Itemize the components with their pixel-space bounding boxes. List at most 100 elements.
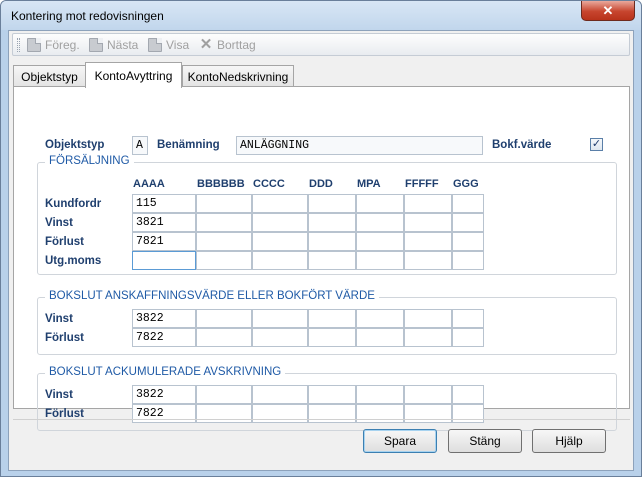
dimension-field[interactable] [404,328,452,347]
dimension-field[interactable] [356,385,404,404]
dimension-field[interactable] [356,213,404,232]
dimension-field[interactable] [252,251,308,270]
bokf-varde-checkbox[interactable]: ✓ [590,138,603,151]
dimension-field[interactable] [308,194,356,213]
dimension-field[interactable] [308,309,356,328]
account-field[interactable]: 3822 [132,385,196,404]
close-dialog-button[interactable]: Stäng [448,429,522,453]
dimension-field[interactable] [196,328,252,347]
account-field[interactable]: 3821 [132,213,196,232]
column-header: CCCC [253,178,285,190]
dimension-field[interactable] [196,194,252,213]
benamning-field[interactable]: ANLÄGGNING [236,136,483,155]
account-field[interactable]: 7821 [132,232,196,251]
dimension-field[interactable] [252,213,308,232]
dimension-field[interactable] [404,385,452,404]
dimension-field[interactable] [404,213,452,232]
dimension-field[interactable] [308,251,356,270]
tab-panel: Objektstyp A Benämning ANLÄGGNING Bokf.v… [13,86,630,431]
column-header: AAAA [133,178,165,190]
row-label: Vinst [45,389,73,401]
dimension-field[interactable] [252,194,308,213]
dimension-field[interactable] [308,213,356,232]
column-header: GGG [453,178,479,190]
dimension-field[interactable] [196,385,252,404]
save-label: Spara [383,434,417,448]
document-icon [89,38,103,52]
dimension-field[interactable] [452,385,484,404]
column-header: BBBBBB [197,178,245,190]
dimension-field[interactable] [404,309,452,328]
title-bar[interactable]: Kontering mot redovisningen ✕ [1,1,641,30]
row-label: Kundfordr [45,198,102,210]
dimension-field[interactable] [404,251,452,270]
dimension-field[interactable] [196,251,252,270]
dimension-field[interactable] [252,328,308,347]
next-button[interactable]: Nästa [89,37,138,53]
dimension-field[interactable] [308,328,356,347]
dimension-field[interactable] [356,309,404,328]
bokf-varde-label: Bokf.värde [492,139,552,151]
checkmark-icon: ✓ [591,138,602,150]
group-title: BOKSLUT ANSKAFFNINGSVÄRDE ELLER BOKFÖRT … [45,290,379,302]
help-button[interactable]: Hjälp [532,429,606,453]
tab-objektstyp[interactable]: Objektstyp [13,65,86,87]
row-label: Förlust [45,332,84,344]
row-label: Förlust [45,236,84,248]
dimension-field[interactable] [356,251,404,270]
dimension-field[interactable] [308,385,356,404]
group-title: BOKSLUT ACKUMULERADE AVSKRIVNING [45,366,286,378]
previous-label: Föreg. [45,38,80,52]
dimension-field[interactable] [452,404,484,423]
view-button[interactable]: Visa [148,37,189,53]
delete-button[interactable]: ✕ Borttag [199,37,256,53]
dimension-field[interactable] [252,404,308,423]
dimension-field[interactable] [308,232,356,251]
dimension-field[interactable] [252,232,308,251]
account-field[interactable]: 7822 [132,404,196,423]
dimension-field[interactable] [452,309,484,328]
dimension-field[interactable] [196,232,252,251]
tab-kontonedskrivning[interactable]: KontoNedskrivning [182,65,294,87]
account-field[interactable] [132,251,196,270]
dimension-field[interactable] [356,232,404,251]
dimension-field[interactable] [196,404,252,423]
dimension-field[interactable] [252,385,308,404]
dialog-window: Kontering mot redovisningen ✕ Föreg. Näs… [0,0,642,477]
separator [13,419,630,420]
dimension-field[interactable] [356,328,404,347]
toolbar-grip[interactable] [17,38,20,52]
dimension-field[interactable] [452,194,484,213]
dimension-field[interactable] [452,232,484,251]
previous-button[interactable]: Föreg. [27,37,80,53]
column-header: MPA [357,178,381,190]
dimension-field[interactable] [404,232,452,251]
delete-label: Borttag [217,38,256,52]
dimension-field[interactable] [356,404,404,423]
column-header: DDD [309,178,333,190]
dimension-field[interactable] [196,309,252,328]
save-button[interactable]: Spara [363,429,437,453]
dimension-field[interactable] [404,194,452,213]
document-icon [27,38,41,52]
dimension-field[interactable] [308,404,356,423]
dimension-field[interactable] [452,213,484,232]
dimension-field[interactable] [356,194,404,213]
dimension-field[interactable] [196,213,252,232]
tab-kontoavyttring[interactable]: KontoAvyttring [85,62,182,88]
account-field[interactable]: 3822 [132,309,196,328]
dimension-field[interactable] [404,404,452,423]
view-label: Visa [166,38,190,52]
close-button[interactable]: ✕ [581,1,635,21]
account-field[interactable]: 115 [132,194,196,213]
objektstyp-field[interactable]: A [132,136,148,155]
benamning-label: Benämning [157,139,220,151]
dimension-field[interactable] [452,328,484,347]
dimension-field[interactable] [252,309,308,328]
account-field[interactable]: 7822 [132,328,196,347]
dimension-field[interactable] [452,251,484,270]
group-title: FÖRSÄLJNING [45,155,134,167]
tab-label: KontoNedskrivning [187,69,289,84]
tab-label: Objektstyp [21,69,78,84]
delete-icon: ✕ [199,36,213,53]
